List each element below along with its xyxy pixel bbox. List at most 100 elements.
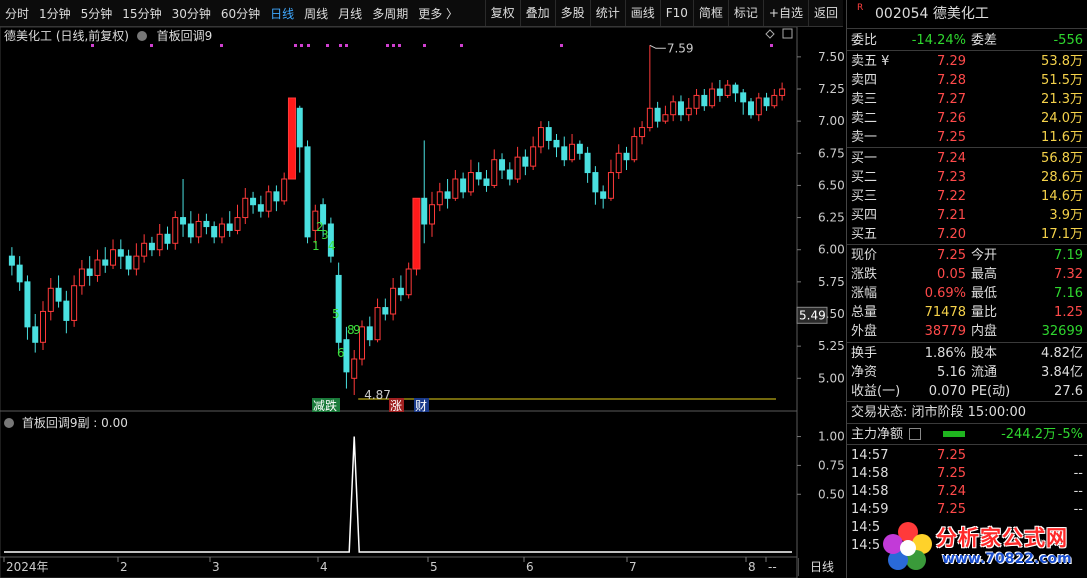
high-marker: [649, 44, 666, 49]
panel-divider: [847, 28, 1087, 29]
list-icon[interactable]: [909, 428, 921, 440]
candle: [390, 278, 397, 321]
quote-panel: R 002054 德美化工 委比 -14.24% 委差 -556 卖五 ¥ 7.29 53.…: [846, 0, 1087, 578]
candle: [646, 45, 653, 132]
tick-time: 14:59: [851, 502, 889, 517]
fund-row: 收益(一) 0.070 PE(动) 27.6: [847, 382, 1087, 401]
candle: [273, 185, 280, 212]
bid-label: 买五: [851, 227, 878, 242]
candle: [242, 188, 249, 224]
watermark-url: www.70822.com: [942, 551, 1072, 567]
status-row: 交易状态: 闭市阶段 15:00:00: [847, 403, 1087, 422]
fund-label-2: 股本: [971, 346, 998, 361]
candle: [78, 260, 85, 295]
ask-price: 7.29: [937, 54, 966, 69]
weibi-label: 委比: [851, 33, 878, 48]
candle: [86, 256, 93, 286]
tag-label: 财: [415, 399, 427, 413]
candle-body: [436, 191, 443, 206]
sub-tick-label: 0.50: [818, 487, 845, 501]
candle-body: [670, 101, 677, 116]
stat-label: 涨幅: [851, 286, 878, 301]
candle-body: [281, 178, 288, 202]
ask-label: 卖五 ¥: [851, 54, 890, 69]
indicator-toggle-icon[interactable]: [136, 31, 147, 41]
sub-tick-label: 1.00: [818, 430, 845, 444]
candle-body: [444, 191, 451, 199]
period-switch-button[interactable]: 日线: [798, 558, 845, 576]
price-tick-label: 7.50: [818, 50, 845, 64]
ask-label: 卖一: [851, 130, 878, 145]
candle: [716, 80, 723, 102]
candle-body: [390, 287, 397, 315]
bid-price: 7.22: [937, 189, 966, 204]
candle: [405, 262, 412, 299]
bid-row: 买四 7.21 3.9万: [847, 206, 1087, 225]
candle-body: [607, 172, 614, 199]
kline-chart[interactable]: 1.00 0.75 0.50 7.59 4.87 1 2 3 4 5 6 8 9 减跌 涨财 7.50 7.2…: [0, 0, 846, 578]
stat-value-2: 7.32: [1054, 267, 1083, 282]
bid-row: 买二 7.23 28.6万: [847, 168, 1087, 187]
signal-dot: [423, 44, 426, 47]
bid-row: 买一 7.24 56.8万: [847, 149, 1087, 168]
stat-value-2: 7.16: [1054, 286, 1083, 301]
tick-volume: --: [1073, 502, 1083, 517]
stat-value: 0.05: [937, 267, 966, 282]
candle: [47, 278, 54, 321]
candle: [156, 224, 163, 257]
candle: [436, 182, 443, 212]
candle: [732, 82, 739, 102]
stock-name: 德美化工: [932, 6, 989, 22]
candle-body: [755, 97, 762, 116]
stat-label-2: 内盘: [971, 324, 998, 339]
candle-body: [747, 101, 754, 116]
candle-body: [55, 287, 62, 302]
watermark-title: 分析家公式网: [936, 526, 1068, 550]
candle: [677, 95, 684, 122]
candle: [382, 298, 389, 321]
tick-volume: --: [1073, 466, 1083, 481]
candle-body: [654, 107, 661, 122]
candle: [763, 92, 770, 111]
tick-row: 14:57 7.25 --: [847, 446, 1087, 465]
ask-label: 卖四: [851, 73, 878, 88]
candle: [592, 166, 599, 205]
candle: [133, 243, 140, 276]
candle-body: [506, 169, 513, 180]
candle: [117, 239, 124, 269]
tick-time: 14:58: [851, 484, 889, 499]
stat-label-2: 最低: [971, 286, 998, 301]
tag-label: 涨: [390, 398, 402, 413]
candle: [195, 213, 202, 244]
tick-price: 7.25: [937, 448, 966, 463]
cursor-price-label: 5.49: [799, 308, 826, 322]
candle-body: [569, 143, 576, 161]
fund-row: 净资 5.16 流通 3.84亿: [847, 363, 1087, 382]
candle: [102, 247, 109, 273]
main-flow-row: 主力净额 -244.2万 -5%: [847, 425, 1087, 444]
low-label: 4.87: [364, 388, 391, 402]
axis-labels: 7.59 4.87 1 2 3 4 5 6 8 9 减跌 涨财 7.50 7.25 7.00 6.75 6.50…: [3, 28, 845, 574]
candle-body: [172, 217, 179, 244]
candle: [483, 170, 490, 192]
candles: [8, 45, 786, 395]
fund-value: 1.86%: [924, 346, 966, 361]
candle-body: [522, 156, 529, 167]
sub-chart-title: 首板回调9副 : 0.00: [4, 414, 128, 431]
candle: [180, 179, 187, 237]
bid-label: 买二: [851, 170, 878, 185]
sub-line: [4, 436, 792, 553]
candle-body: [732, 84, 739, 94]
bid-row: 买三 7.22 14.6万: [847, 187, 1087, 206]
candle: [537, 121, 544, 154]
sub-indicator-name: 首板回调9副 : 0.00: [21, 416, 128, 430]
indicator-name[interactable]: 首板回调9: [157, 29, 213, 43]
chart-frame: [0, 26, 798, 578]
candle: [460, 172, 467, 199]
signal-dot: [345, 44, 348, 47]
sub-indicator-toggle-icon[interactable]: [4, 418, 14, 428]
candle: [32, 314, 39, 353]
candle-body: [141, 242, 148, 257]
candle: [397, 275, 404, 302]
candle-body: [265, 191, 272, 212]
